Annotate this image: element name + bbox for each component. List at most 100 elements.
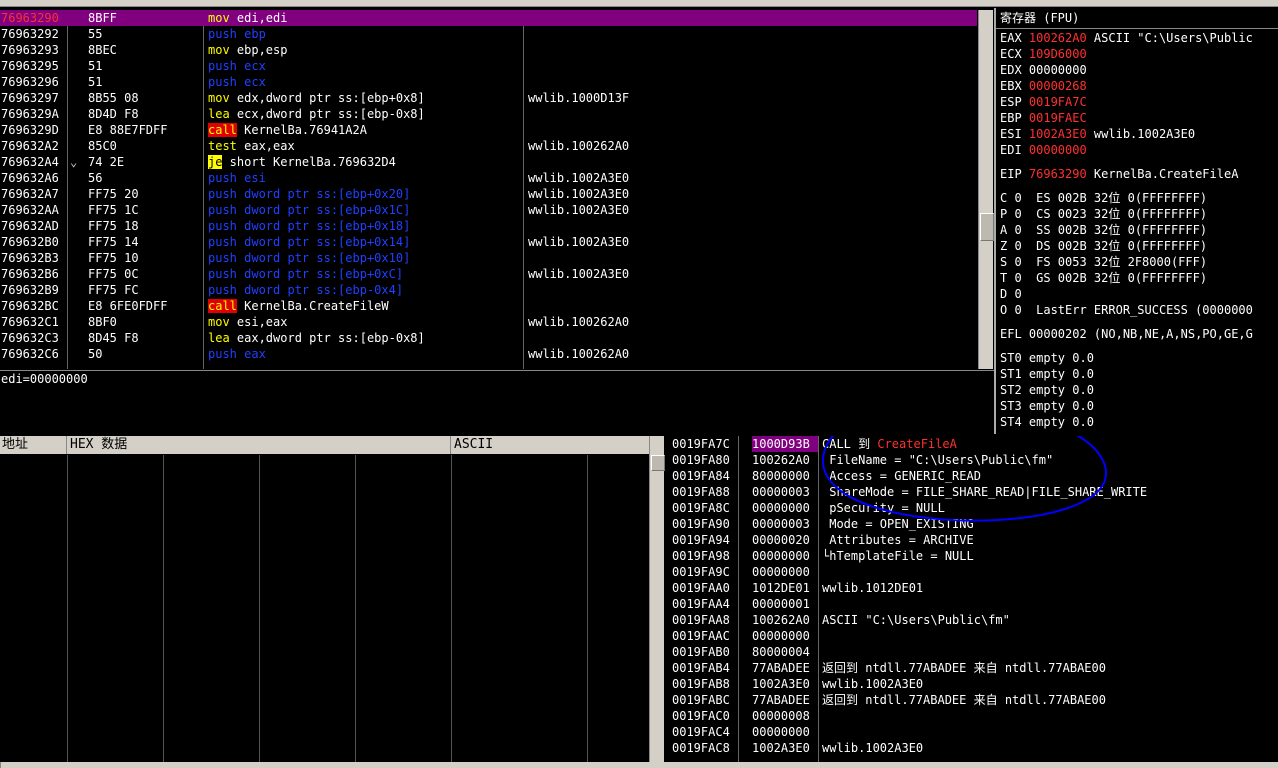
stack-row[interactable]: 0019FA94 00000020 Attributes = ARCHIVE	[668, 532, 1278, 548]
disasm-mnemonic: push	[208, 27, 237, 41]
disasm-address: 76963295	[1, 59, 59, 73]
disasm-address: 769632B3	[1, 251, 59, 265]
disasm-mnemonic: push	[208, 283, 237, 297]
stack-row[interactable]: 0019FAB0 80000004	[668, 644, 1278, 660]
stack-row[interactable]: 0019FA8C 00000000 pSecurity = NULL	[668, 500, 1278, 516]
disasm-row[interactable]: 76963297 8B55 08 mov edx,dword ptr ss:[ebp…	[0, 90, 977, 106]
disasm-mnemonic: je	[208, 155, 223, 169]
register-name: EBP	[1000, 111, 1029, 125]
disasm-row[interactable]: 769632BC E8 6FE0FDFF call KernelBa.CreateF…	[0, 298, 977, 314]
stack-row[interactable]: 0019FAC0 00000008	[668, 708, 1278, 724]
disasm-mnemonic: call	[208, 123, 237, 137]
disasm-row[interactable]: 769632C3 8D45 F8 lea eax,dword ptr ss:[ebp…	[0, 330, 977, 346]
disasm-mnemonic: push	[208, 267, 237, 281]
stack-row[interactable]: 0019FAB4 77ABADEE 返回到 ntdll.77ABADEE 来自 nt…	[668, 660, 1278, 676]
disasm-mnemonic: push	[208, 219, 237, 233]
stack-value: 00000008	[752, 709, 810, 723]
disasm-row[interactable]: 76963293 8BEC mov ebp,esp	[0, 42, 977, 58]
disasm-address: 76963292	[1, 27, 59, 41]
registers-pane[interactable]: 寄存器 (FPU) EAX 100262A0 ASCII "C:\Users\P…	[994, 8, 1278, 434]
stack-row[interactable]: 0019FA7C 1000D93B CALL 到 CreateFileA	[668, 436, 1278, 452]
disasm-operands: eax,dword ptr ss:[ebp-0x8]	[229, 331, 425, 345]
stack-value: 77ABADEE	[752, 693, 810, 707]
disasm-row[interactable]: 769632AD FF75 18 push dword ptr ss:[ebp+0x…	[0, 218, 977, 234]
register-row: EIP 76963290 KernelBa.CreateFileA	[1000, 166, 1238, 182]
disasm-row[interactable]: 769632A6 56 push esi wwlib.1002A3E0	[0, 170, 977, 186]
disasm-row[interactable]: 76963295 51 push ecx	[0, 58, 977, 74]
hex-dump-pane[interactable]	[0, 455, 648, 768]
disasm-row[interactable]: 769632C6 50 push eax wwlib.100262A0	[0, 346, 977, 362]
disasm-operands: dword ptr ss:[ebp+0x10]	[236, 251, 411, 265]
disasm-row[interactable]: 769632A4 ⌄ 74 2E je short KernelBa.769632D4	[0, 154, 977, 170]
register-value: 00000000	[1028, 143, 1087, 157]
register-row: ESI 1002A3E0 wwlib.1002A3E0	[1000, 126, 1195, 142]
disassembly-pane[interactable]: 76963290 8BFF mov edi,edi 76963292 55 push eb…	[0, 10, 977, 369]
stack-row[interactable]: 0019FA90 00000003 Mode = OPEN_EXISTING	[668, 516, 1278, 532]
flag-row: A 0 SS 002B 32位 0(FFFFFFFF)	[1000, 222, 1207, 238]
stack-row[interactable]: 0019FAAC 00000000	[668, 628, 1278, 644]
disasm-row[interactable]: 76963296 51 push ecx	[0, 74, 977, 90]
disasm-row[interactable]: 769632A7 FF75 20 push dword ptr ss:[ebp+0x…	[0, 186, 977, 202]
disasm-address: 76963293	[1, 43, 59, 57]
stack-row[interactable]: 0019FAC8 1002A3E0 wwlib.1002A3E0	[668, 740, 1278, 756]
disasm-row[interactable]: 769632B9 FF75 FC push dword ptr ss:[ebp-0x…	[0, 282, 977, 298]
stack-row[interactable]: 0019FAB8 1002A3E0 wwlib.1002A3E0	[668, 676, 1278, 692]
flag-row: T 0 GS 002B 32位 0(FFFFFFFF)	[1000, 270, 1207, 286]
stack-value: 1012DE01	[752, 581, 810, 595]
disasm-operands: edi,edi	[229, 11, 288, 25]
stack-row[interactable]: 0019FA98 00000000 └hTemplateFile = NULL	[668, 548, 1278, 564]
disasm-address: 769632AD	[1, 219, 59, 233]
dump-divider	[67, 455, 68, 768]
stack-value: 100262A0	[752, 453, 810, 467]
stack-pane[interactable]: 0019FA7C 1000D93B CALL 到 CreateFileA 0019FA…	[668, 436, 1278, 768]
stack-row[interactable]: 0019FA84 80000000 Access = GENERIC_READ	[668, 468, 1278, 484]
scrollbar-thumb[interactable]	[980, 213, 994, 241]
stack-address: 0019FA9C	[672, 565, 730, 579]
fpu-text: ST3 empty 0.0	[1000, 399, 1094, 413]
stack-row[interactable]: 0019FAA8 100262A0 ASCII "C:\Users\Public\f…	[668, 612, 1278, 628]
disasm-instruction: mov edi,edi	[208, 10, 520, 26]
disasm-mnemonic: call	[208, 299, 237, 313]
dump-header-address[interactable]: 地址	[0, 436, 67, 454]
disasm-row[interactable]: 769632A2 85C0 test eax,eax wwlib.100262A0	[0, 138, 977, 154]
stack-row[interactable]: 0019FAA0 1012DE01 wwlib.1012DE01	[668, 580, 1278, 596]
disasm-row[interactable]: 7696329A 8D4D F8 lea ecx,dword ptr ss:[ebp…	[0, 106, 977, 122]
disasm-row[interactable]: 769632B0 FF75 14 push dword ptr ss:[ebp+0x…	[0, 234, 977, 250]
disasm-row[interactable]: 76963290 8BFF mov edi,edi	[0, 10, 977, 26]
dump-header-ascii[interactable]: ASCII	[452, 436, 651, 454]
stack-row[interactable]: 0019FAC4 00000000	[668, 724, 1278, 740]
register-value: 1002A3E0	[1028, 127, 1087, 141]
disasm-mnemonic: push	[208, 251, 237, 265]
disasm-row[interactable]: 7696329D E8 88E7FDFF call KernelBa.76941A2…	[0, 122, 977, 138]
stack-comment: └hTemplateFile = NULL	[822, 549, 974, 563]
stack-comment: CALL 到 CreateFileA	[822, 436, 1278, 452]
disasm-row[interactable]: 769632C1 8BF0 mov esi,eax wwlib.100262A0	[0, 314, 977, 330]
disasm-mnemonic: push	[208, 347, 237, 361]
disassembly-scrollbar[interactable]	[978, 10, 994, 369]
disasm-operands: dword ptr ss:[ebp+0x1C]	[236, 203, 411, 217]
register-name: EAX	[1000, 31, 1029, 45]
scrollbar-thumb[interactable]	[651, 455, 665, 471]
disasm-mnemonic: push	[208, 235, 237, 249]
stack-row[interactable]: 0019FA9C 00000000	[668, 564, 1278, 580]
stack-address: 0019FA7C	[672, 437, 730, 451]
disasm-mnemonic: test	[208, 139, 237, 153]
register-name: ESP	[1000, 95, 1029, 109]
disasm-comment: wwlib.1002A3E0	[528, 235, 630, 249]
disasm-row[interactable]: 769632AA FF75 1C push dword ptr ss:[ebp+0x…	[0, 202, 977, 218]
disasm-instruction: push dword ptr ss:[ebp+0x14]	[208, 234, 520, 250]
stack-row[interactable]: 0019FA80 100262A0 FileName = "C:\Users\Pu…	[668, 452, 1278, 468]
disasm-row[interactable]: 769632B6 FF75 0C push dword ptr ss:[ebp+0x…	[0, 266, 977, 282]
stack-comment: ASCII "C:\Users\Public\fm"	[822, 613, 1010, 627]
stack-row[interactable]: 0019FAA4 00000001	[668, 596, 1278, 612]
dump-scrollbar[interactable]	[649, 436, 665, 762]
disasm-instruction: push ebp	[208, 26, 520, 42]
stack-row[interactable]: 0019FA88 00000003 ShareMode = FILE_SHARE_…	[668, 484, 1278, 500]
flag-text: A 0 SS 002B 32位 0(FFFFFFFF)	[1000, 223, 1208, 237]
dump-header-hex[interactable]: HEX 数据	[68, 436, 451, 454]
toolbar-strip	[0, 0, 1278, 7]
flag-text: T 0 GS 002B 32位 0(FFFFFFFF)	[1000, 271, 1208, 285]
stack-row[interactable]: 0019FABC 77ABADEE 返回到 ntdll.77ABADEE 来自 nt…	[668, 692, 1278, 708]
disasm-row[interactable]: 769632B3 FF75 10 push dword ptr ss:[ebp+0x…	[0, 250, 977, 266]
disasm-row[interactable]: 76963292 55 push ebp	[0, 26, 977, 42]
